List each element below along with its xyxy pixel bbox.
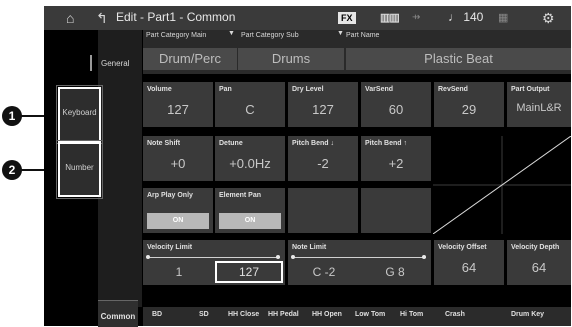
element-pan-label: Element Pan [219,192,262,199]
volume-cell[interactable]: Volume 127 [143,82,213,127]
number-tab[interactable]: Number [56,140,103,199]
part-name-value[interactable]: Plastic Beat [346,48,571,70]
dry-level-cell[interactable]: Dry Level 127 [288,82,358,127]
velocity-curve-svg [432,135,572,235]
tempo-display[interactable]: ♩ 140 [448,10,483,24]
part-output-value: MainL&R [516,102,562,114]
tab-hh-pedal[interactable]: HH Pedal [268,311,299,318]
callout-1: 1 [2,106,22,126]
fx-badge[interactable]: FX [338,12,356,24]
general-bracket [90,55,96,71]
detune-label: Detune [219,140,243,147]
tab-low-tom[interactable]: Low Tom [355,311,385,318]
arp-play-only-label: Arp Play Only [147,192,193,199]
varsend-label: VarSend [365,86,394,93]
keyboard-icon: ▥▥ [380,12,400,24]
dry-level-value: 127 [312,102,334,117]
dropdown-arrow-icon: ▼ [228,30,235,37]
tab-crash[interactable]: Crash [445,311,465,318]
part-name-label: Part Name [346,32,380,39]
part-category-sub-label: Part Category Sub [241,32,299,39]
velocity-depth-value: 64 [531,260,547,275]
tab-hi-tom[interactable]: Hi Tom [400,311,423,318]
keyboard-tab-label: Keyboard [62,108,97,117]
part-output-cell[interactable]: Part Output MainL&R [507,82,571,127]
pan-cell[interactable]: Pan C [215,82,285,127]
part-category-main-value[interactable]: Drum/Perc [143,48,237,70]
velocity-curve-graph [432,135,572,235]
tab-hh-open[interactable]: HH Open [312,311,342,318]
pan-value: C [245,102,255,117]
velocity-limit-low[interactable]: 1 [145,261,213,283]
velocity-limit-cell[interactable]: Velocity Limit 1 127 [143,240,285,285]
dropdown-arrow-icon: ▼ [337,30,344,37]
pitch-bend-up-value: +2 [388,156,404,171]
velocity-offset-cell[interactable]: Velocity Offset 64 [434,240,504,285]
tab-sd[interactable]: SD [199,311,209,318]
pitch-bend-up-cell[interactable]: Pitch Bend ↑ +2 [361,136,431,181]
left-column [98,30,142,307]
arp-play-only-button[interactable]: ON [147,213,209,229]
tab-drum-key[interactable]: Drum Key [511,311,544,318]
varsend-cell[interactable]: VarSend 60 [361,82,431,127]
part-category-sub-value[interactable]: Drums [238,48,344,70]
general-tab[interactable]: General [101,59,129,68]
velocity-offset-value: 64 [461,260,477,275]
velocity-depth-cell[interactable]: Velocity Depth 64 [507,240,571,285]
arp-play-only-cell: Arp Play Only ON [143,188,213,233]
tab-hh-close[interactable]: HH Close [228,311,259,318]
grid-icon[interactable]: ▦ [498,9,508,27]
keyboard-tab[interactable]: Keyboard [56,85,103,144]
common-tab[interactable]: Common [98,300,138,327]
pitch-bend-down-label: Pitch Bend ↓ [292,140,335,147]
note-limit-high[interactable]: G 8 [361,261,429,283]
note-shift-value: +0 [170,156,186,171]
empty-cell [288,188,358,233]
velocity-offset-label: Velocity Offset [438,244,487,251]
revsend-label: RevSend [438,86,468,93]
note-limit-cell[interactable]: Note Limit C -2 G 8 [288,240,431,285]
gear-icon[interactable]: ⚙ [542,9,555,27]
screen-title: Edit - Part1 - Common [116,10,236,24]
empty-cell [361,188,431,233]
note-limit-track [293,257,426,258]
volume-value: 127 [167,102,189,117]
tab-bd[interactable]: BD [152,311,162,318]
velocity-limit-label: Velocity Limit [147,244,193,251]
pitch-bend-down-cell[interactable]: Pitch Bend ↓ -2 [288,136,358,181]
velocity-limit-high-handle[interactable] [276,255,280,259]
part-output-label: Part Output [511,86,550,93]
note-limit-high-handle[interactable] [422,255,426,259]
note-limit-low[interactable]: C -2 [290,261,358,283]
note-shift-cell[interactable]: Note Shift +0 [143,136,213,181]
note-limit-label: Note Limit [292,244,327,251]
element-pan-cell: Element Pan ON [215,188,285,233]
velocity-limit-high[interactable]: 127 [215,261,283,283]
detune-value: +0.0Hz [229,156,271,171]
usb-icon: ⇸ [412,12,421,23]
note-shift-label: Note Shift [147,140,181,147]
back-arrow-icon[interactable]: ↰ [96,9,108,27]
velocity-depth-label: Velocity Depth [511,244,560,251]
revsend-cell[interactable]: RevSend 29 [434,82,504,127]
volume-label: Volume [147,86,172,93]
revsend-value: 29 [461,102,477,117]
common-tab-label: Common [100,312,136,321]
velocity-limit-track [148,257,280,258]
note-limit-low-handle[interactable] [291,255,295,259]
pan-label: Pan [219,86,232,93]
part-category-main-label: Part Category Main [146,32,207,39]
dry-level-label: Dry Level [292,86,324,93]
pitch-bend-down-value: -2 [317,156,329,171]
pitch-bend-up-label: Pitch Bend ↑ [365,140,408,147]
number-tab-label: Number [65,163,94,172]
element-pan-button[interactable]: ON [219,213,281,229]
home-icon[interactable]: ⌂ [66,9,74,27]
detune-cell[interactable]: Detune +0.0Hz [215,136,285,181]
varsend-value: 60 [388,102,404,117]
callout-2: 2 [2,160,22,180]
velocity-limit-low-handle[interactable] [146,255,150,259]
